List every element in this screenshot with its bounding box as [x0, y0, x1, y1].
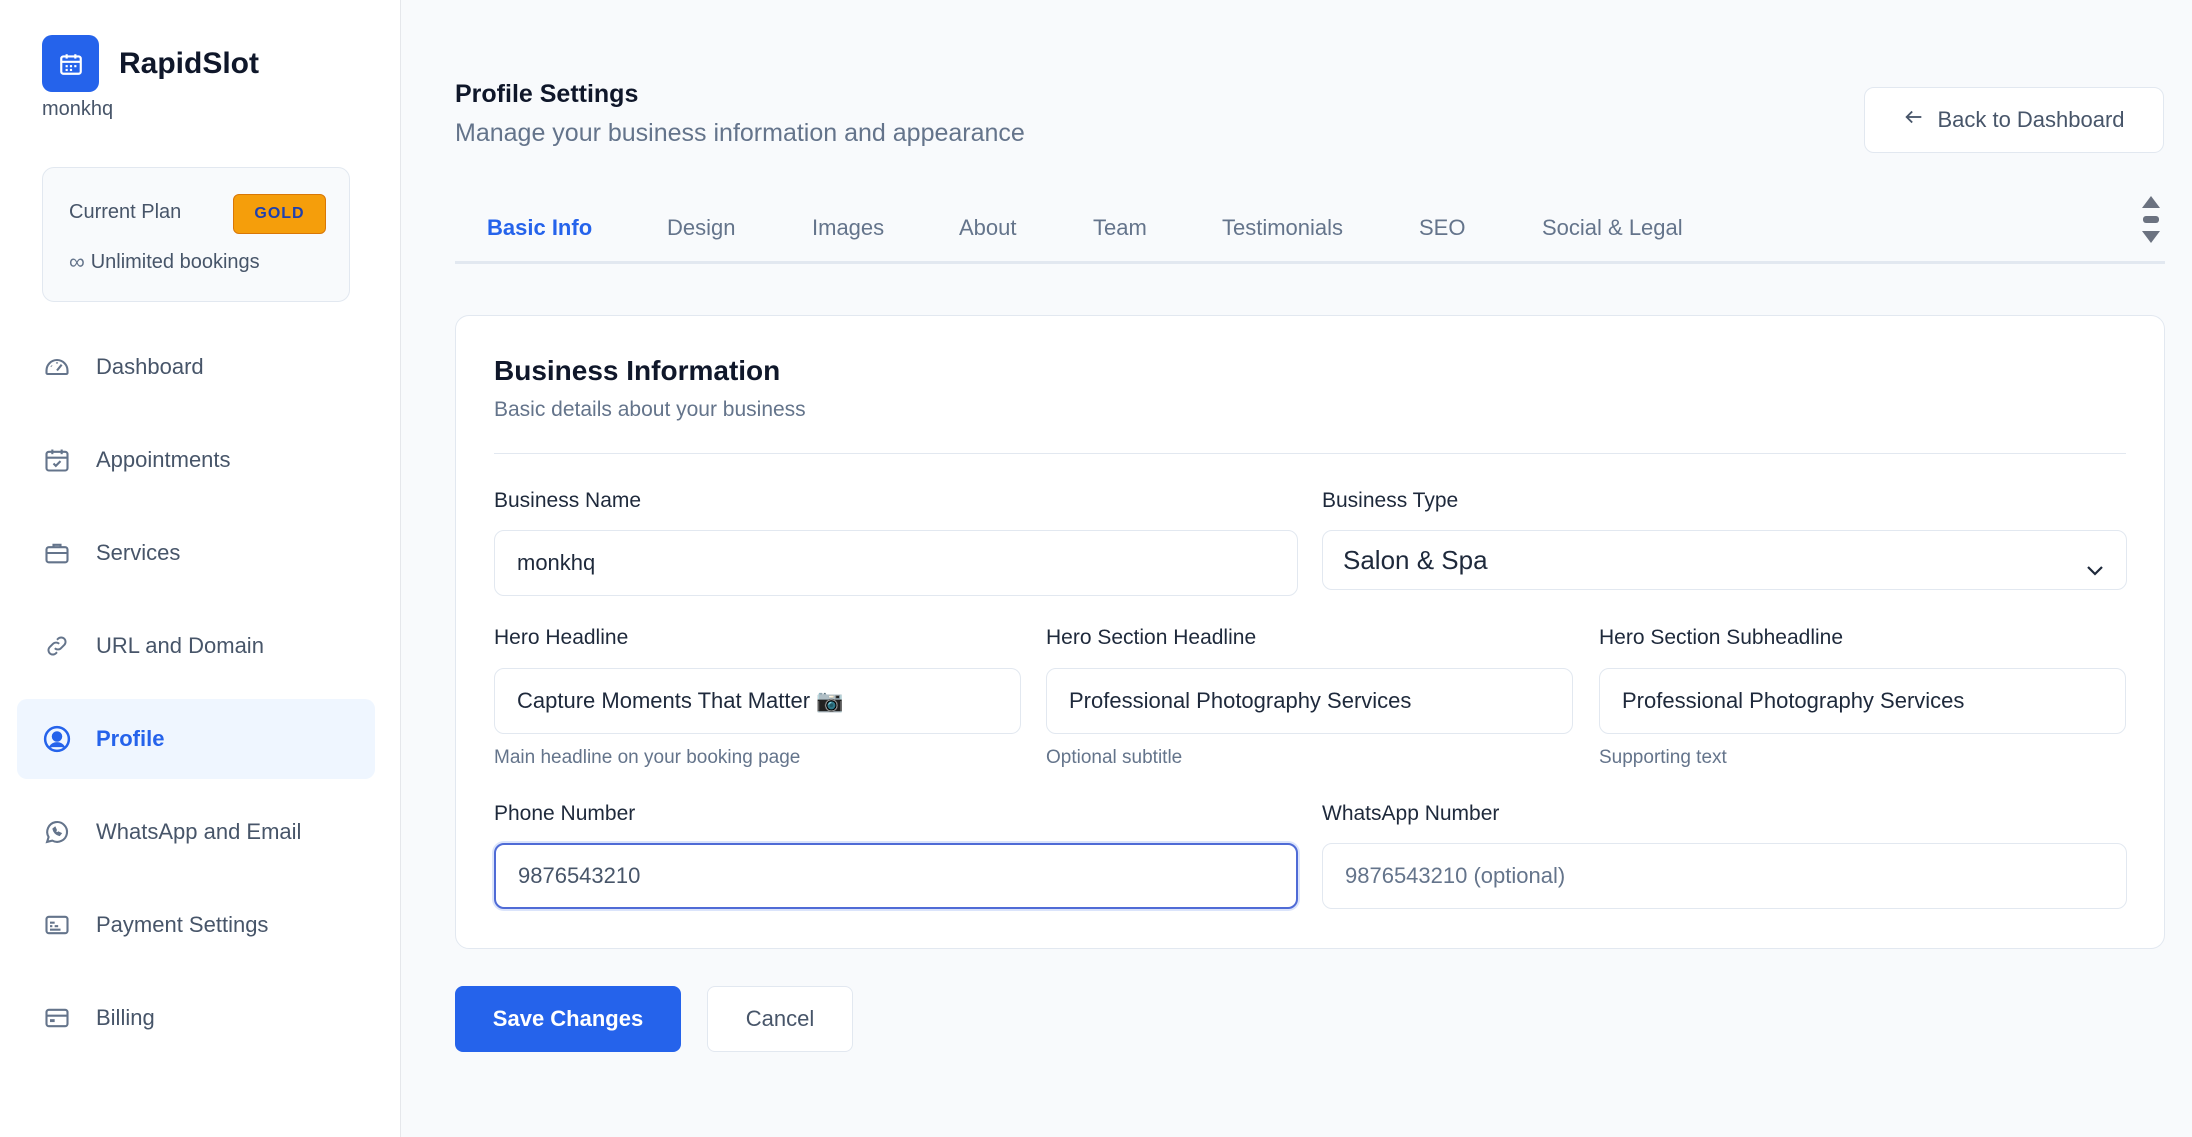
sidebar: RapidSlot monkhq Current Plan GOLD ∞ Unl… — [0, 0, 401, 1137]
hero-section-headline-input[interactable]: Professional Photography Services — [1046, 668, 1573, 734]
tab-images[interactable]: Images — [812, 215, 884, 241]
hero-section-headline-helper: Optional subtitle — [1046, 747, 1183, 768]
business-type-value: Salon & Spa — [1343, 544, 1488, 575]
dashboard-gauge-icon — [42, 352, 72, 382]
payment-card-icon — [42, 910, 72, 940]
sidebar-item-label: WhatsApp and Email — [96, 819, 302, 844]
tabs-scroll-control[interactable] — [2140, 196, 2162, 258]
hero-headline-helper: Main headline on your booking page — [494, 747, 801, 768]
calendar-check-icon — [42, 445, 72, 475]
page-subtitle: Manage your business information and app… — [455, 119, 1025, 147]
hero-headline-label: Hero Headline — [494, 626, 629, 649]
hero-section-subheadline-label: Hero Section Subheadline — [1599, 626, 1844, 649]
sidebar-item-label: Appointments — [96, 447, 231, 472]
plan-detail-text: Unlimited bookings — [90, 250, 260, 273]
sidebar-item-label: Services — [96, 540, 181, 565]
business-information-card: Business Information Basic details about… — [455, 315, 2165, 949]
sidebar-item-services[interactable]: Services — [17, 513, 375, 593]
arrow-left-icon — [1903, 106, 1925, 135]
sidebar-item-label: Payment Settings — [96, 912, 269, 937]
scroll-down-icon[interactable] — [2142, 231, 2160, 243]
sidebar-item-whatsapp-email[interactable]: WhatsApp and Email — [17, 792, 375, 872]
sidebar-nav: Dashboard Appointments Services URL and … — [17, 327, 375, 1071]
tab-testimonials[interactable]: Testimonials — [1222, 215, 1343, 241]
tab-about[interactable]: About — [959, 215, 1017, 241]
divider — [494, 453, 2126, 454]
plan-detail: ∞ Unlimited bookings — [69, 249, 260, 275]
sidebar-item-label: Dashboard — [96, 354, 204, 379]
sidebar-item-label: Billing — [96, 1005, 155, 1030]
chevron-down-icon — [2086, 554, 2104, 585]
whatsapp-number-label: WhatsApp Number — [1322, 802, 1500, 825]
hero-section-subheadline-helper: Supporting text — [1599, 747, 1727, 768]
business-name-label: Business Name — [494, 489, 642, 512]
sidebar-item-billing[interactable]: Billing — [17, 978, 375, 1058]
brand[interactable]: RapidSlot — [42, 35, 259, 92]
cancel-button[interactable]: Cancel — [707, 986, 853, 1052]
card-title: Business Information — [494, 355, 781, 386]
sidebar-item-payment-settings[interactable]: Payment Settings — [17, 885, 375, 965]
sidebar-item-profile[interactable]: Profile — [17, 699, 375, 779]
tab-design[interactable]: Design — [667, 215, 735, 241]
sidebar-item-appointments[interactable]: Appointments — [17, 420, 375, 500]
save-changes-button[interactable]: Save Changes — [455, 986, 681, 1052]
back-to-dashboard-label: Back to Dashboard — [1937, 107, 2125, 132]
sidebar-item-url-domain[interactable]: URL and Domain — [17, 606, 375, 686]
plan-badge: GOLD — [233, 194, 326, 234]
page-title: Profile Settings — [455, 80, 639, 108]
user-circle-icon — [42, 724, 72, 754]
briefcase-icon — [42, 538, 72, 568]
sidebar-item-label: URL and Domain — [96, 633, 264, 658]
sidebar-item-label: Profile — [96, 726, 165, 751]
scroll-up-icon[interactable] — [2142, 196, 2160, 208]
hero-section-headline-label: Hero Section Headline — [1046, 626, 1257, 649]
scroll-thumb[interactable] — [2143, 216, 2159, 223]
sidebar-item-dashboard[interactable]: Dashboard — [17, 327, 375, 407]
plan-label: Current Plan — [69, 201, 182, 223]
whatsapp-number-input[interactable]: 9876543210 (optional) — [1322, 843, 2127, 909]
brand-username: monkhq — [42, 98, 114, 120]
card-subtitle: Basic details about your business — [494, 398, 806, 421]
business-name-input[interactable]: monkhq — [494, 530, 1298, 596]
business-type-select[interactable]: Salon & Spa — [1322, 530, 2127, 590]
brand-name: RapidSlot — [119, 46, 259, 80]
tab-social-legal[interactable]: Social & Legal — [1542, 215, 1683, 241]
business-type-label: Business Type — [1322, 489, 1459, 512]
link-icon — [42, 631, 72, 661]
credit-card-icon — [42, 1003, 72, 1033]
whatsapp-icon — [42, 817, 72, 847]
hero-headline-input[interactable]: Capture Moments That Matter 📷 — [494, 668, 1021, 734]
infinity-icon: ∞ — [69, 249, 85, 274]
back-to-dashboard-button[interactable]: Back to Dashboard — [1864, 87, 2164, 153]
calendar-logo-icon — [42, 35, 99, 92]
settings-tabs: Basic Info Design Images About Team Test… — [455, 200, 2165, 264]
plan-card: Current Plan GOLD ∞ Unlimited bookings — [42, 167, 350, 302]
tab-basic-info[interactable]: Basic Info — [487, 215, 592, 241]
phone-number-input[interactable]: 9876543210 — [494, 843, 1298, 909]
tab-seo[interactable]: SEO — [1419, 215, 1465, 241]
hero-section-subheadline-input[interactable]: Professional Photography Services — [1599, 668, 2126, 734]
phone-number-label: Phone Number — [494, 802, 636, 825]
tab-team[interactable]: Team — [1093, 215, 1147, 241]
